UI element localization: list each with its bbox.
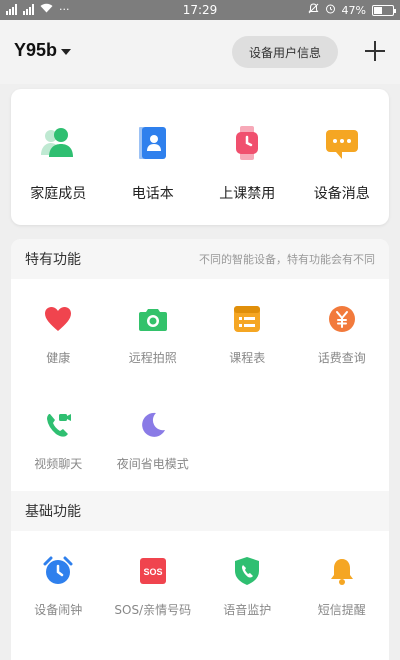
- family-members-icon: [38, 123, 78, 163]
- mute-icon: [308, 3, 319, 17]
- quick-item-device-messages[interactable]: 设备消息: [295, 89, 390, 225]
- quick-item-label: 电话本: [131, 186, 174, 202]
- feature-label: 设备闹钟: [34, 603, 83, 617]
- features-panel: 特有功能 不同的智能设备，特有功能会有不同 健康 远程拍照 课程表 话费查询 视…: [11, 239, 389, 660]
- alarm-status-icon: [325, 3, 336, 17]
- feature-label: 话费查询: [317, 351, 366, 365]
- feature-voice-monitor[interactable]: 语音监护: [200, 531, 295, 627]
- camera-icon: [137, 303, 169, 335]
- moon-icon: [137, 409, 169, 441]
- caret-down-icon: [61, 48, 72, 55]
- feature-label: 课程表: [229, 351, 266, 365]
- battery-icon: [372, 4, 396, 16]
- special-features-header: 特有功能 不同的智能设备，特有功能会有不同: [11, 239, 389, 279]
- voice-monitor-icon: [231, 555, 263, 587]
- feature-label: 语音监护: [223, 603, 272, 617]
- quick-item-label: 上课禁用: [219, 186, 276, 202]
- schedule-icon: [231, 303, 263, 335]
- quick-item-class-disable[interactable]: 上课禁用: [200, 89, 295, 225]
- feature-device-alarm[interactable]: 设备闹钟: [11, 531, 106, 627]
- feature-label: 健康: [46, 351, 71, 365]
- basic-features-header: 基础功能: [11, 491, 389, 531]
- section-note: 不同的智能设备，特有功能会有不同: [199, 253, 375, 266]
- sos-icon: SOS: [137, 555, 169, 587]
- feature-video-chat[interactable]: 视频聊天: [11, 385, 106, 491]
- section-title: 特有功能: [25, 252, 81, 268]
- quick-actions-card: 家庭成员 电话本 上课禁用 设备消息: [11, 89, 389, 225]
- feature-night-power-save[interactable]: 夜间省电模式: [106, 385, 201, 491]
- feature-label: SOS/亲情号码: [114, 603, 192, 617]
- device-user-info-button[interactable]: 设备用户信息: [232, 36, 338, 68]
- heart-icon: [42, 303, 74, 335]
- feature-balance-query[interactable]: 话费查询: [295, 279, 390, 385]
- device-selector[interactable]: Y95b: [14, 40, 72, 61]
- bell-icon: [326, 555, 358, 587]
- sos-badge-text: SOS: [143, 567, 162, 577]
- quick-item-label: 家庭成员: [30, 186, 87, 202]
- feature-sos-numbers[interactable]: SOS SOS/亲情号码: [106, 531, 201, 627]
- quick-item-label: 设备消息: [313, 186, 370, 202]
- basic-features-grid: 设备闹钟 SOS SOS/亲情号码 语音监护 短信提醒: [11, 531, 389, 627]
- feature-label: 远程拍照: [128, 351, 177, 365]
- yuan-icon: [326, 303, 358, 335]
- quick-item-family-members[interactable]: 家庭成员: [11, 89, 106, 225]
- add-icon[interactable]: [362, 38, 388, 64]
- feature-sms-reminder[interactable]: 短信提醒: [295, 531, 390, 627]
- app-header: Y95b 设备用户信息: [0, 20, 400, 84]
- quick-item-phonebook[interactable]: 电话本: [106, 89, 201, 225]
- feature-label: 夜间省电模式: [116, 457, 189, 471]
- phonebook-icon: [133, 123, 173, 163]
- feature-remote-photo[interactable]: 远程拍照: [106, 279, 201, 385]
- feature-label: 视频聊天: [34, 457, 83, 471]
- alarm-clock-icon: [42, 555, 74, 587]
- special-features-grid: 健康 远程拍照 课程表 话费查询 视频聊天 夜间省电模式: [11, 279, 389, 491]
- section-title: 基础功能: [25, 504, 81, 520]
- status-bar: ··· 17:29 47%: [0, 0, 400, 20]
- class-disable-watch-icon: [227, 123, 267, 163]
- feature-health[interactable]: 健康: [11, 279, 106, 385]
- battery-percent: 47%: [341, 3, 366, 17]
- video-call-icon: [42, 409, 74, 441]
- feature-label: 短信提醒: [317, 603, 366, 617]
- status-right: 47%: [308, 3, 396, 17]
- device-message-icon: [322, 123, 362, 163]
- feature-schedule[interactable]: 课程表: [200, 279, 295, 385]
- device-name: Y95b: [14, 40, 58, 60]
